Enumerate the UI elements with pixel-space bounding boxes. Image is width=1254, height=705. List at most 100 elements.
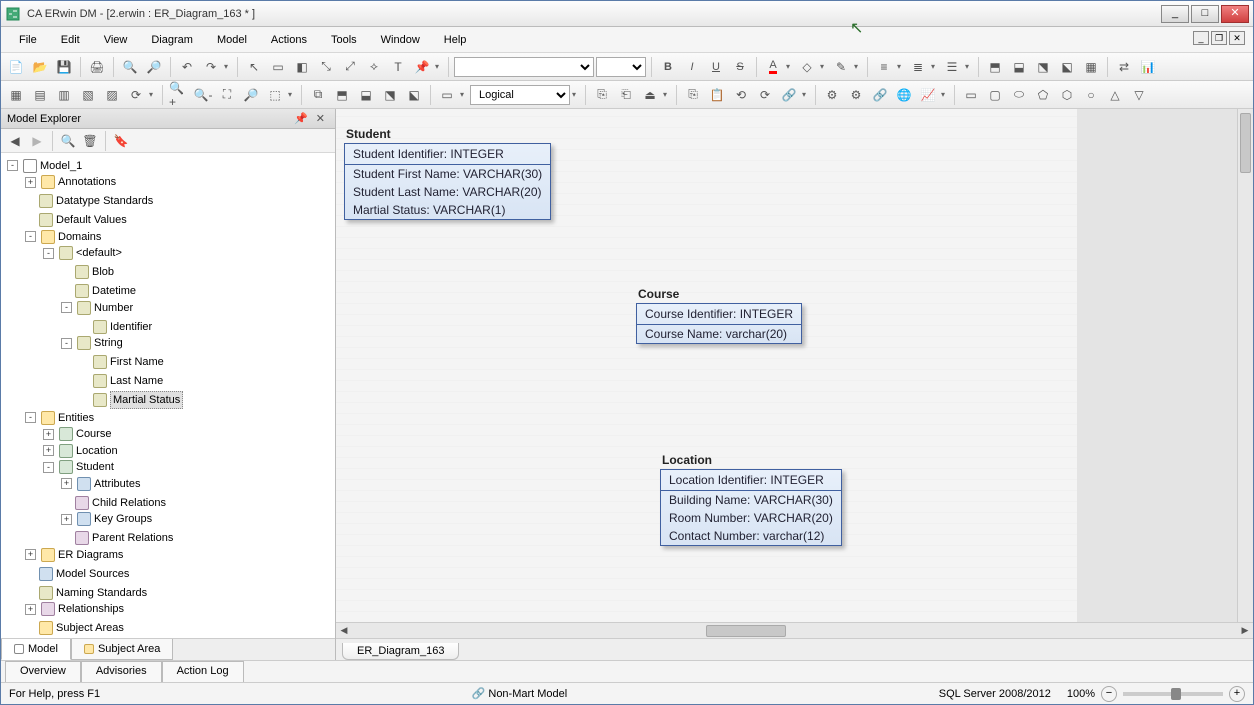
close-button[interactable]: ✕ — [1221, 5, 1249, 23]
find-all-icon[interactable]: 🔎 — [143, 56, 165, 78]
mdi-close-button[interactable]: ✕ — [1229, 31, 1245, 45]
tile4-icon[interactable]: ⬕ — [403, 84, 425, 106]
tree-blob[interactable]: Blob — [59, 264, 116, 280]
diagram-canvas[interactable]: Student Student Identifier: INTEGER Stud… — [336, 109, 1077, 622]
font-select[interactable] — [454, 57, 594, 77]
sync2-icon[interactable]: ⟳ — [754, 84, 776, 106]
layout-icon-5[interactable]: ▦ — [1080, 56, 1102, 78]
align-left-icon[interactable]: ≡ — [873, 56, 895, 78]
tree-attributes[interactable]: +Attributes — [59, 476, 142, 492]
tree-identifier[interactable]: Identifier — [77, 319, 154, 335]
chart-icon[interactable]: 📈 — [917, 84, 939, 106]
fillcolor-icon[interactable]: ◇ — [796, 56, 818, 78]
align-right-icon[interactable]: ☰ — [941, 56, 963, 78]
tag-icon[interactable]: 🔖 — [111, 131, 131, 151]
gear1-icon[interactable]: ⚙ — [821, 84, 843, 106]
link-icon[interactable]: 🔗 — [778, 84, 800, 106]
find-tree-icon[interactable]: 🔍 — [58, 131, 78, 151]
zoom100-icon[interactable]: 🔎 — [240, 84, 262, 106]
linecolor-icon[interactable]: ✎ — [830, 56, 852, 78]
close-panel-icon[interactable]: ✕ — [312, 112, 329, 125]
fe1-icon[interactable]: ⎘ — [591, 84, 613, 106]
grid2-icon[interactable]: ▤ — [29, 84, 51, 106]
redo-icon[interactable]: ↷ — [200, 56, 222, 78]
zoomrect-icon[interactable]: ⬚ — [264, 84, 286, 106]
pin-icon[interactable]: 📌 — [290, 112, 312, 125]
shape-triangle-icon[interactable]: △ — [1104, 84, 1126, 106]
tree-number[interactable]: -Number — [59, 300, 135, 316]
find-icon[interactable]: 🔍 — [119, 56, 141, 78]
mdi-min-button[interactable]: _ — [1193, 31, 1209, 45]
tree-default-domain[interactable]: -<default> — [41, 245, 124, 261]
menu-file[interactable]: File — [9, 30, 47, 50]
shape-hexagon-icon[interactable]: ⬡ — [1056, 84, 1078, 106]
annotation-tool-icon[interactable]: T — [387, 56, 409, 78]
print-icon[interactable]: 🖨 — [86, 56, 108, 78]
relation2-icon[interactable]: ⤢ — [339, 56, 361, 78]
menu-actions[interactable]: Actions — [261, 30, 317, 50]
menu-diagram[interactable]: Diagram — [141, 30, 203, 50]
display-icon[interactable]: ▭ — [436, 84, 458, 106]
copy-icon[interactable]: ⎘ — [682, 84, 704, 106]
vertical-scrollbar[interactable] — [1237, 109, 1253, 622]
tree-datetime[interactable]: Datetime — [59, 283, 138, 299]
grid1-icon[interactable]: ▦ — [5, 84, 27, 106]
pin-tool-icon[interactable]: 📌 — [411, 56, 433, 78]
paste-icon[interactable]: 📋 — [706, 84, 728, 106]
scroll-right-icon[interactable]: ▶ — [1237, 624, 1253, 638]
entity-location[interactable]: Location Location Identifier: INTEGER Bu… — [660, 453, 842, 546]
fontsize-select[interactable] — [596, 57, 646, 77]
zoom-in-button[interactable]: + — [1229, 686, 1245, 702]
tree-lastname[interactable]: Last Name — [77, 373, 165, 389]
tab-advisories[interactable]: Advisories — [81, 661, 162, 682]
tree-erdiagrams[interactable]: +ER Diagrams — [23, 547, 125, 563]
layout-icon-1[interactable]: ⬒ — [984, 56, 1006, 78]
report-icon[interactable]: 📊 — [1137, 56, 1159, 78]
open-icon[interactable]: 📂 — [29, 56, 51, 78]
back-icon[interactable]: ◀ — [5, 131, 25, 151]
tree-location[interactable]: +Location — [41, 443, 120, 459]
relation3-icon[interactable]: ⟡ — [363, 56, 385, 78]
diagram-tab[interactable]: ER_Diagram_163 — [342, 643, 459, 660]
tab-actionlog[interactable]: Action Log — [162, 661, 244, 682]
tree-defaults[interactable]: Default Values — [23, 212, 129, 228]
strike-icon[interactable]: S — [729, 56, 751, 78]
shape-triangle2-icon[interactable]: ▽ — [1128, 84, 1150, 106]
undo-icon[interactable]: ↶ — [176, 56, 198, 78]
tree-domains[interactable]: -Domains — [23, 229, 103, 245]
hlink-icon[interactable]: 🔗 — [869, 84, 891, 106]
tree-childrel[interactable]: Child Relations — [59, 495, 168, 511]
pointer-icon[interactable]: ↖ — [243, 56, 265, 78]
tile3-icon[interactable]: ⬔ — [379, 84, 401, 106]
fe3-icon[interactable]: ⏏ — [639, 84, 661, 106]
globe-icon[interactable]: 🌐 — [893, 84, 915, 106]
tree-view[interactable]: -Model_1 +Annotations Datatype Standards… — [1, 153, 335, 638]
grid3-icon[interactable]: ▥ — [53, 84, 75, 106]
shape-round-icon[interactable]: ▢ — [984, 84, 1006, 106]
tile2-icon[interactable]: ⬓ — [355, 84, 377, 106]
tile1-icon[interactable]: ⬒ — [331, 84, 353, 106]
relation1-icon[interactable]: ⤡ — [315, 56, 337, 78]
zoomin-icon[interactable]: 🔍+ — [168, 84, 190, 106]
tree-firstname[interactable]: First Name — [77, 354, 166, 370]
menu-window[interactable]: Window — [371, 30, 430, 50]
tree-martial[interactable]: Martial Status — [77, 391, 185, 409]
tab-overview[interactable]: Overview — [5, 661, 81, 682]
menu-help[interactable]: Help — [434, 30, 477, 50]
tree-naming[interactable]: Naming Standards — [23, 585, 149, 601]
layout-icon-3[interactable]: ⬔ — [1032, 56, 1054, 78]
zoomfit-icon[interactable]: ⛶ — [216, 84, 238, 106]
new-icon[interactable]: 📄 — [5, 56, 27, 78]
tab-model[interactable]: Model — [1, 639, 71, 660]
fontcolor-icon[interactable]: A — [762, 56, 784, 78]
tree-student[interactable]: -Student — [41, 459, 116, 475]
tree-root[interactable]: -Model_1 — [5, 158, 84, 174]
tree-datatype[interactable]: Datatype Standards — [23, 193, 155, 209]
layout-icon-2[interactable]: ⬓ — [1008, 56, 1030, 78]
grid5-icon[interactable]: ▨ — [101, 84, 123, 106]
refresh-icon[interactable]: ⟳ — [125, 84, 147, 106]
entity-tool-icon[interactable]: ▭ — [267, 56, 289, 78]
view-mode-select[interactable]: Logical — [470, 85, 570, 105]
menu-edit[interactable]: Edit — [51, 30, 90, 50]
tree-themes[interactable]: +Themes — [23, 637, 100, 639]
